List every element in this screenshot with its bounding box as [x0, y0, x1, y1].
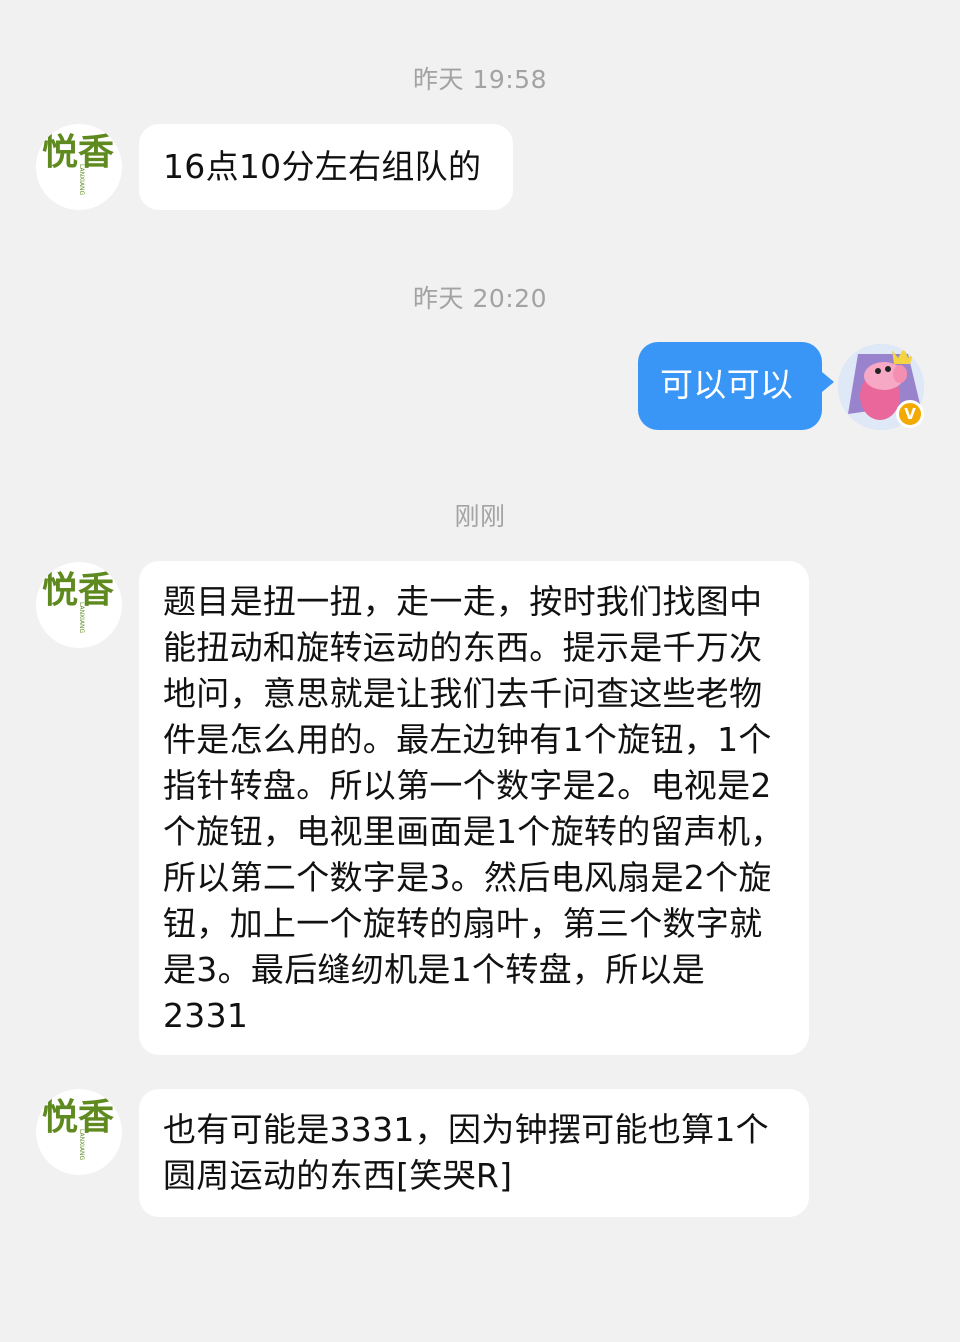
yuexiang-logo-icon: 悦香 LANXIANG: [42, 131, 114, 196]
chat-conversation: 昨天 19:58 悦香 LANXIANG 16点10分左右组队的 昨天 20:2…: [0, 0, 960, 1342]
svg-text:LANXIANG: LANXIANG: [78, 164, 85, 196]
yuexiang-logo-icon: 悦香 LANXIANG: [42, 569, 114, 634]
yuexiang-logo-icon: 悦香 LANXIANG: [42, 1096, 114, 1161]
bubble-tail: [822, 372, 834, 392]
timestamp: 昨天 19:58: [413, 65, 547, 94]
message-bubble[interactable]: 题目是扭一扭，走一走，按时我们找图中能扭动和旋转运动的东西。提示是千万次地问，意…: [139, 561, 809, 1055]
svg-text:LANXIANG: LANXIANG: [78, 602, 85, 634]
contact-avatar[interactable]: 悦香 LANXIANG: [36, 1089, 122, 1175]
contact-avatar[interactable]: 悦香 LANXIANG: [36, 562, 122, 648]
contact-avatar[interactable]: 悦香 LANXIANG: [36, 124, 122, 210]
message-bubble[interactable]: 16点10分左右组队的: [139, 124, 513, 210]
own-message-bubble[interactable]: 可以可以: [638, 342, 822, 430]
verified-badge: V: [896, 400, 924, 428]
timestamp: 刚刚: [454, 502, 506, 531]
message-bubble[interactable]: 也有可能是3331，因为钟摆可能也算1个圆周运动的东西[笑哭R]: [139, 1089, 809, 1217]
timestamp: 昨天 20:20: [413, 284, 547, 313]
svg-text:LANXIANG: LANXIANG: [78, 1129, 85, 1161]
